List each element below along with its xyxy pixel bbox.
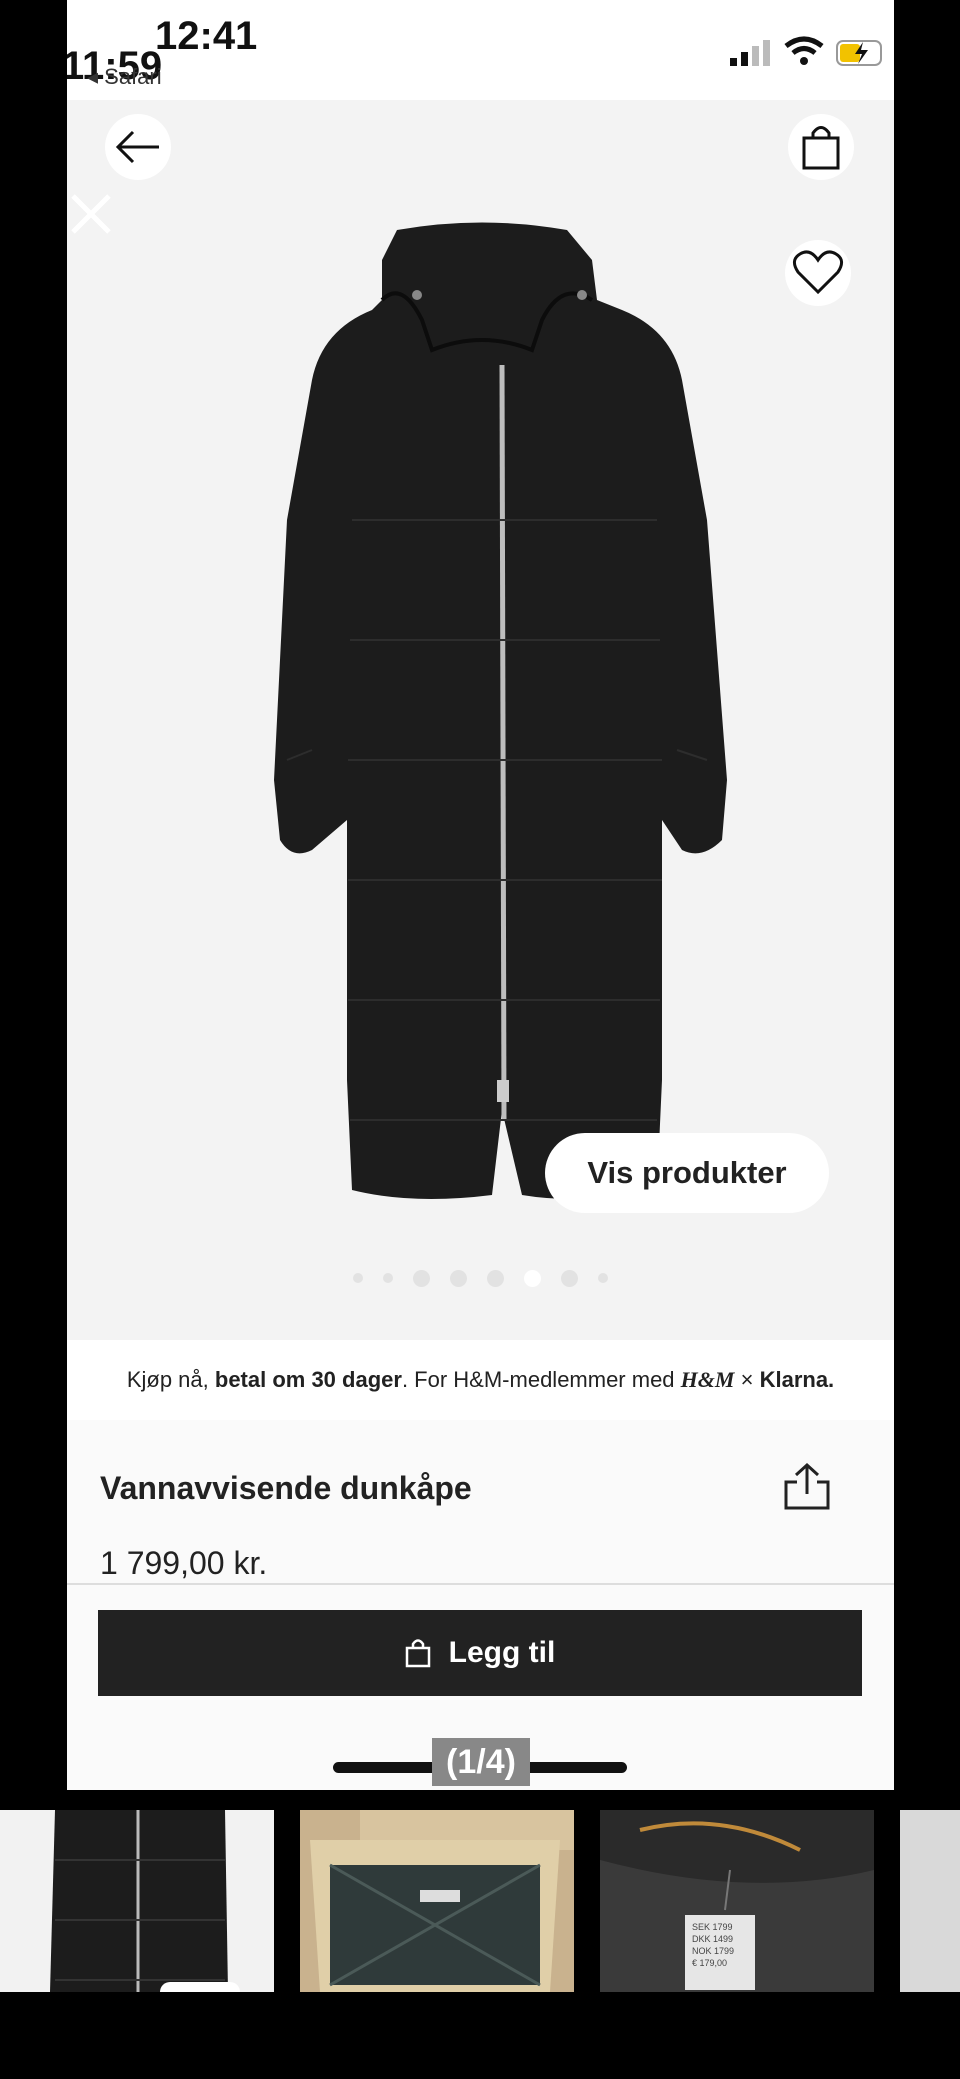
add-to-bag-button[interactable]: Legg til <box>98 1610 862 1696</box>
carousel-dot[interactable] <box>353 1273 363 1283</box>
arrow-left-icon <box>115 130 159 164</box>
product-title: Vannavvisende dunkåpe <box>100 1470 472 1506</box>
share-button[interactable] <box>782 1462 832 1517</box>
thumbnail-4[interactable] <box>900 1810 960 1992</box>
back-button[interactable] <box>105 114 171 180</box>
thumbnail-3[interactable]: SEK 1799 DKK 1499 NOK 1799 € 179,00 <box>600 1810 874 1992</box>
heart-icon <box>793 250 843 295</box>
favorite-button[interactable] <box>785 240 851 306</box>
tag-line: € 179,00 <box>692 1958 727 1968</box>
add-button-label: Legg til <box>448 1636 556 1669</box>
tag-line: SEK 1799 <box>692 1922 733 1932</box>
thumbnail-2[interactable] <box>300 1810 574 1992</box>
share-icon <box>784 1462 830 1510</box>
hm-logo: H&M <box>680 1367 735 1392</box>
battery-icon <box>836 40 882 66</box>
carousel-dot[interactable] <box>383 1273 393 1283</box>
carousel-dot[interactable] <box>487 1270 504 1287</box>
klarna-suffix: . For H&M-medlemmer med <box>401 1367 675 1392</box>
product-price: 1 799,00 kr. <box>100 1545 268 1581</box>
klarna-banner[interactable]: Kjøp nå, betal om 30 dager . For H&M-med… <box>67 1340 894 1420</box>
thumbnail-coat-image <box>0 1810 274 1992</box>
vis-produkter-button[interactable]: Vis produkter <box>545 1133 829 1213</box>
back-to-safari-link[interactable]: ◂ Safari <box>87 64 162 90</box>
carousel-dot[interactable] <box>413 1270 430 1287</box>
phone-screenshot: 11:59 ◂ Safari Vis produkter Kjøp nå, be… <box>67 0 894 1790</box>
shopping-bag-icon <box>405 1639 430 1668</box>
carousel-dot[interactable] <box>561 1270 578 1287</box>
carousel-dots <box>67 1270 894 1290</box>
shopping-bag-button[interactable] <box>788 114 854 180</box>
close-icon[interactable] <box>67 190 117 240</box>
times-sign: × <box>740 1367 754 1392</box>
product-coat-image <box>274 222 727 1199</box>
tag-line: NOK 1799 <box>692 1946 734 1956</box>
carousel-dot[interactable] <box>450 1270 467 1287</box>
wifi-icon <box>784 36 824 65</box>
klarna-prefix: Kjøp nå, <box>126 1367 209 1392</box>
klarna-logo: Klarna. <box>759 1367 835 1392</box>
shopping-bag-icon <box>802 126 840 170</box>
outer-status-time: 12:41 <box>155 14 258 58</box>
carousel-dot-active[interactable] <box>524 1270 541 1287</box>
klarna-bold: betal om 30 dager <box>214 1367 402 1392</box>
thumbnail-box-image <box>300 1810 574 1992</box>
tag-line: DKK 1499 <box>692 1934 733 1944</box>
carousel-dot[interactable] <box>598 1273 608 1283</box>
cellular-signal-icon <box>730 40 770 66</box>
image-counter: (1/4) <box>432 1738 530 1786</box>
thumbnail-tag-image: SEK 1799 DKK 1499 NOK 1799 € 179,00 <box>600 1810 874 1992</box>
thumbnail-1[interactable] <box>0 1810 274 1992</box>
divider <box>67 1583 894 1585</box>
